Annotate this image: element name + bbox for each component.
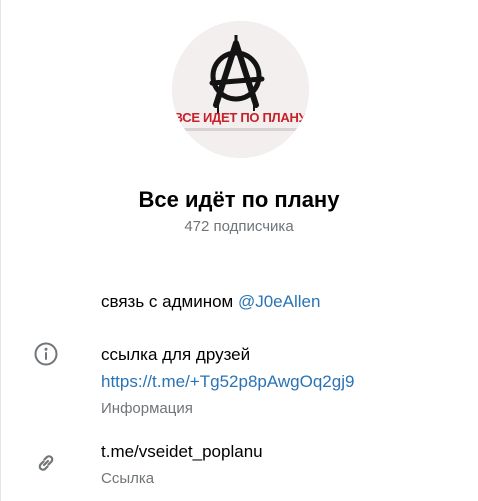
info-icon bbox=[33, 341, 59, 367]
admin-handle-link[interactable]: @J0eAllen bbox=[238, 292, 320, 311]
panel-left-border bbox=[0, 0, 1, 501]
channel-title: Все идёт по плану bbox=[138, 187, 340, 212]
channel-avatar[interactable]: ВСЕ ИДЕТ ПО ПЛАНУ bbox=[172, 21, 309, 158]
channel-public-link[interactable]: t.me/vseidet_poplanu bbox=[101, 440, 263, 464]
friends-invite-link[interactable]: https://t.me/+Tg52p8pAwgOq2gj9 bbox=[101, 370, 354, 394]
friends-link-label: ссылка для друзей bbox=[101, 345, 251, 364]
avatar-sign-text: ВСЕ ИДЕТ ПО ПЛАНУ bbox=[174, 110, 308, 125]
subscriber-count: 472 подписчика bbox=[184, 218, 294, 235]
admin-contact-line: связь с админом @J0eAllen bbox=[101, 290, 320, 314]
avatar-image: ВСЕ ИДЕТ ПО ПЛАНУ bbox=[172, 21, 309, 158]
info-caption: Информация bbox=[101, 400, 193, 417]
link-caption: Ссылка bbox=[101, 470, 155, 487]
admin-contact-label: связь с админом bbox=[101, 292, 234, 311]
link-icon bbox=[33, 450, 59, 476]
